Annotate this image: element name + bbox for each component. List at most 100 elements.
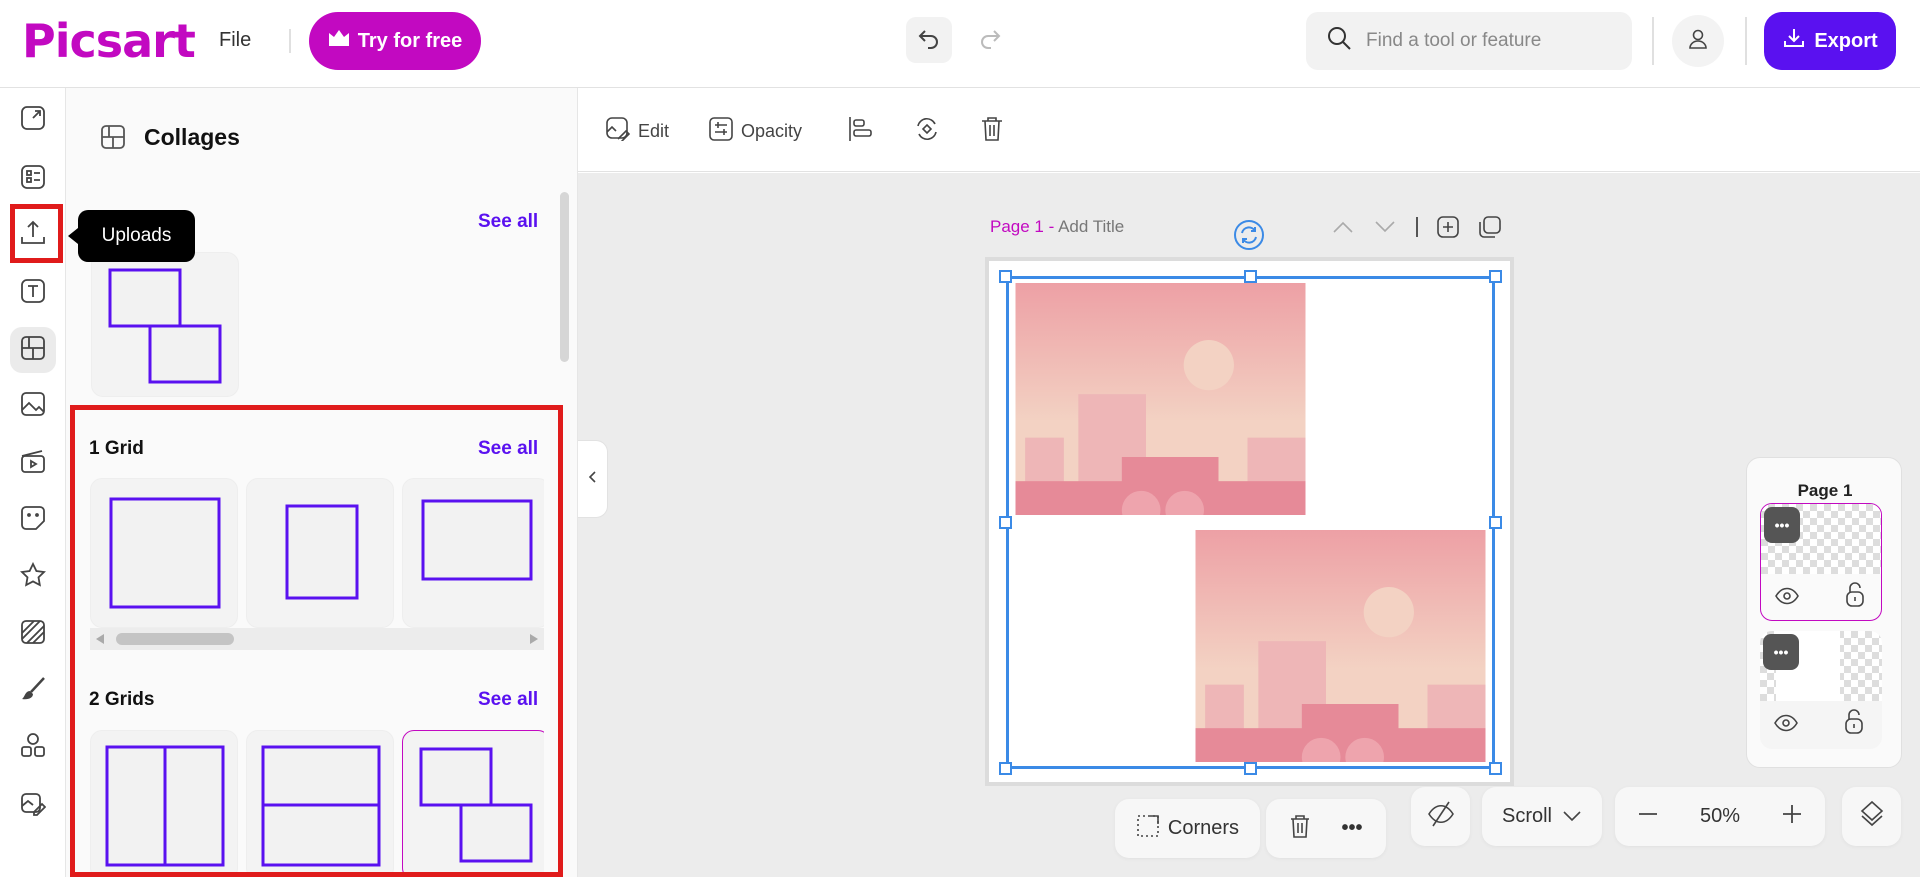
collage-template[interactable] [402,478,544,628]
scroll-label: Scroll [1501,805,1552,827]
edit-label: Edit [638,120,670,141]
eye-icon[interactable] [1775,586,1799,611]
see-all-link[interactable]: See all [478,689,538,711]
zoom-in-icon[interactable] [1781,803,1803,831]
resize-handle[interactable] [1489,516,1502,529]
trash-icon [980,116,1004,147]
layer-item[interactable]: ••• [1760,631,1882,749]
duplicate-page-icon[interactable] [1479,216,1501,243]
zoom-level[interactable]: 50% [1700,805,1740,828]
rail-photos[interactable] [10,383,56,429]
scroll-thumb[interactable] [116,633,234,645]
align-button[interactable] [848,116,874,146]
corners-label: Corners [1167,817,1240,839]
chevron-left-icon [588,470,598,488]
user-icon [1687,28,1709,55]
scroll-right-icon[interactable] [530,634,538,644]
resize-handle[interactable] [1489,762,1502,775]
section-title: 2 Grids [89,689,155,710]
undo-button[interactable] [906,17,952,63]
star-icon [20,561,46,593]
unlock-icon[interactable] [1845,582,1865,613]
panel-scrollbar[interactable] [560,192,569,362]
chevron-up-icon[interactable] [1332,220,1354,239]
chevron-down-icon[interactable] [1374,220,1396,239]
avatar[interactable] [1672,15,1724,67]
file-menu[interactable]: File [219,29,251,52]
collage-template[interactable] [246,730,394,872]
rail-resize[interactable] [10,97,56,143]
zoom-control: 50% [1615,787,1825,846]
resize-handle[interactable] [1244,270,1257,283]
add-title-input[interactable]: Add Title [1058,217,1124,236]
rail-backgrounds[interactable] [10,611,56,657]
more-icon[interactable]: ••• [1763,634,1799,670]
rail-collages[interactable] [10,327,56,373]
uploads-tooltip: Uploads [68,210,195,262]
sliders-icon [709,116,733,146]
try-for-free-button[interactable]: Try for free [309,12,481,70]
collage-template[interactable] [90,730,238,872]
search-input[interactable]: Find a tool or feature [1306,12,1632,70]
resize-handle[interactable] [999,762,1012,775]
horizontal-scrollbar[interactable] [90,628,544,650]
rail-favorites[interactable] [10,554,56,600]
more-icon[interactable]: ••• [1764,507,1800,543]
hide-button[interactable] [1411,787,1470,846]
more-icon[interactable]: ••• [1341,817,1362,840]
refresh-icon[interactable] [1233,219,1265,256]
opacity-button[interactable]: Opacity [709,116,802,146]
zoom-out-icon[interactable] [1637,803,1659,831]
see-all-link[interactable]: See all [478,211,538,233]
picsart-logo[interactable]: Picsart [22,14,196,68]
brush-icon [20,676,46,707]
resize-handle[interactable] [999,270,1012,283]
divider [289,29,291,53]
flip-button[interactable] [914,116,940,146]
rail-templates[interactable] [10,156,56,202]
divider [1416,217,1418,237]
search-placeholder: Find a tool or feature [1366,30,1542,51]
resize-handle[interactable] [1489,270,1502,283]
eye-icon[interactable] [1774,713,1798,738]
collage-template-selected[interactable] [402,730,544,872]
pattern-icon [20,619,46,650]
rail-edit-images[interactable] [10,782,56,828]
rail-stickers[interactable] [10,497,56,543]
layers-toggle-button[interactable] [1842,787,1901,846]
export-button[interactable]: Export [1764,12,1896,70]
see-all-link[interactable]: See all [478,438,538,460]
add-page-icon[interactable] [1437,216,1459,243]
context-toolbar: Edit Opacity [578,88,1920,172]
selection-box[interactable] [1006,276,1495,769]
scroll-left-icon[interactable] [96,634,104,644]
eye-off-icon [1427,800,1455,834]
section-title: 1 Grid [89,438,144,459]
collage-template[interactable] [91,252,239,397]
templates-icon [20,164,46,195]
scroll-mode-select[interactable]: Scroll [1482,787,1602,846]
download-icon [1782,26,1806,56]
edit-image-icon [20,790,47,821]
delete-button[interactable] [980,116,1004,146]
edit-button[interactable]: Edit [606,116,669,146]
grid1-carousel [90,478,544,628]
resize-handle[interactable] [1244,762,1257,775]
collage-template[interactable] [246,478,394,628]
rail-video[interactable] [10,440,56,486]
collapse-panel-button[interactable] [578,440,608,518]
collage-template[interactable] [90,478,238,628]
panel-title: Collages [144,124,240,150]
rail-text[interactable] [10,270,56,316]
corners-button[interactable]: Corners [1115,799,1260,858]
resize-handle[interactable] [999,516,1012,529]
trash-icon[interactable] [1289,814,1311,844]
unlock-icon[interactable] [1844,709,1864,740]
page-label: Page 1 - [990,217,1055,236]
opacity-label: Opacity [741,120,803,141]
rail-apps[interactable] [10,724,56,770]
layer-item[interactable]: ••• [1760,503,1882,621]
redo-button[interactable] [967,17,1013,63]
rail-draw[interactable] [10,668,56,714]
top-header: Picsart File Try for free Find a tool or… [0,0,1920,88]
